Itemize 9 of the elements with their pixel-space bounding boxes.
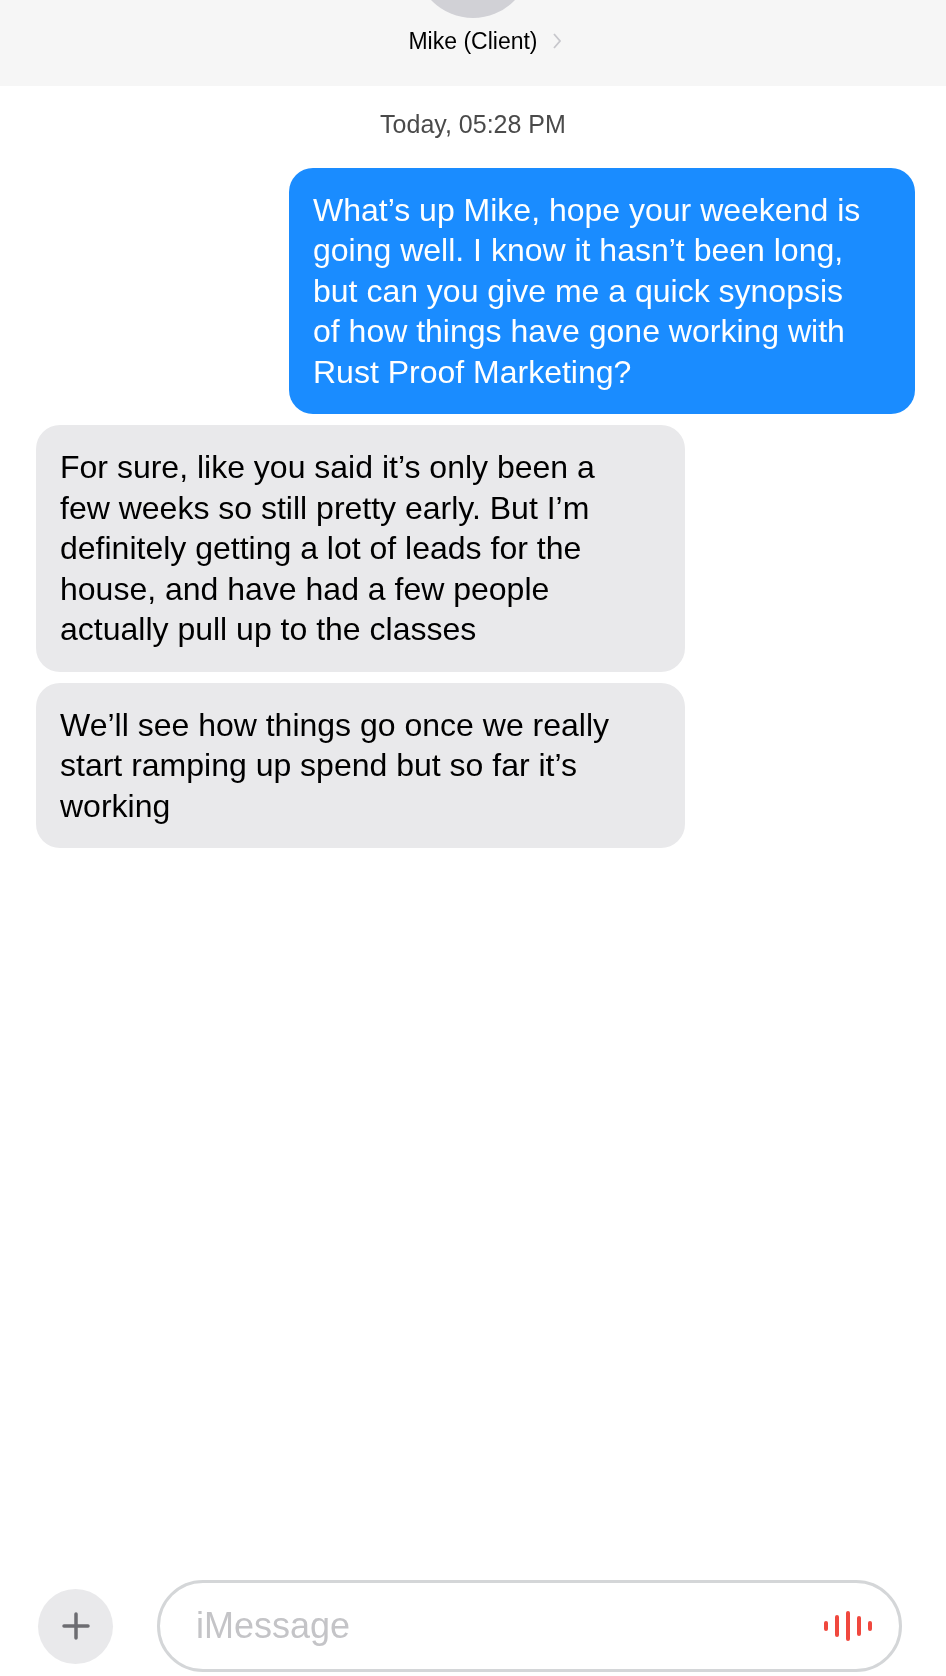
received-message-bubble: For sure, like you said it’s only been a few weeks so still pretty early. But I’m definitely getting a lot of leads for the house, and have had a few people actually pull up to the classes [36, 425, 685, 672]
sent-message-bubble: What’s up Mike, hope your weekend is going well. I know it hasn’t been long, but can you give me a quick synopsis of how things have gone working with Rust Proof Marketing? [289, 167, 915, 414]
message-timestamp: Today, 05:28 PM [380, 109, 566, 140]
contact-name[interactable]: Mike (Client) [408, 24, 538, 59]
audio-waveform-icon[interactable] [823, 1611, 875, 1641]
message-composer-bar[interactable]: iMessage [157, 1580, 902, 1672]
plus-icon [60, 1611, 91, 1641]
received-message-bubble: We’ll see how things go once we really start ramping up spend but so far it’s working [36, 682, 685, 848]
message-input-field[interactable]: iMessage [196, 1599, 823, 1653]
